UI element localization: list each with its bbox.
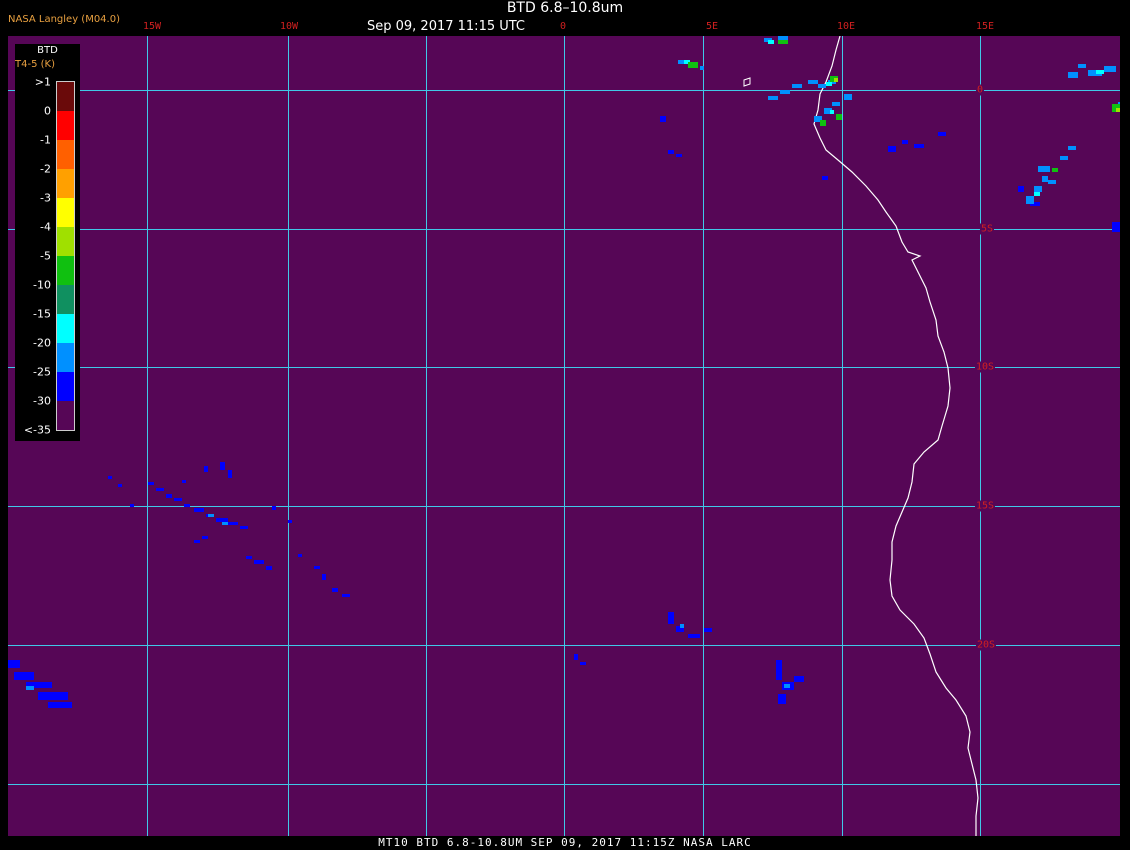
legend-swatch <box>57 82 74 111</box>
legend-swatch <box>57 285 74 314</box>
lon-label-5e: 5E <box>705 21 719 32</box>
legend-tick-label: -5 <box>40 249 51 263</box>
legend-units: T4-5 (K) <box>15 59 55 70</box>
map-canvas <box>8 36 1120 836</box>
legend-tick-label: 0 <box>44 104 51 118</box>
footer-caption: MT10 BTD 6.8-10.8UM SEP 09, 2017 11:15Z … <box>378 836 752 849</box>
legend-swatch <box>57 401 74 430</box>
color-legend: BTD T4-5 (K) >1 0 -1 -2 -3 -4 -5 -10 -15 -20 -25 -3… <box>15 44 80 441</box>
legend-swatch <box>57 256 74 285</box>
legend-tick-label: -15 <box>33 307 51 321</box>
legend-tick-label: >1 <box>34 75 51 89</box>
lon-label-15w: 15W <box>142 21 162 32</box>
legend-swatch <box>57 111 74 140</box>
lon-label-0: 0 <box>559 21 567 32</box>
legend-swatch <box>57 372 74 401</box>
island-outline <box>743 77 751 87</box>
legend-tick-label: -2 <box>40 162 51 176</box>
legend-swatch <box>57 343 74 372</box>
legend-color-bar <box>56 81 75 431</box>
legend-swatch <box>57 227 74 256</box>
lon-label-10e: 10E <box>836 21 856 32</box>
lat-label-20s: 20S <box>975 639 997 651</box>
lat-label-10s: 10S <box>974 361 996 373</box>
producer-label: NASA Langley (M04.0) <box>8 14 120 25</box>
legend-tick-label: -25 <box>33 365 51 379</box>
legend-swatch <box>57 140 74 169</box>
legend-tick-label: -3 <box>40 191 51 205</box>
lon-label-10w: 10W <box>279 21 299 32</box>
legend-tick-label: -1 <box>40 133 51 147</box>
legend-swatch <box>57 314 74 343</box>
legend-swatch <box>57 198 74 227</box>
legend-swatch <box>57 169 74 198</box>
map-title: BTD 6.8–10.8um <box>506 0 624 16</box>
legend-tick-label: -10 <box>33 278 51 292</box>
lat-label-15s: 15S <box>974 500 996 512</box>
lat-label-0: 0 <box>975 84 985 96</box>
legend-tick-label: -20 <box>33 336 51 350</box>
coastline <box>813 36 979 836</box>
legend-tick-label: <-35 <box>23 423 51 437</box>
legend-title: BTD <box>37 45 58 56</box>
map-timestamp: Sep 09, 2017 11:15 UTC <box>366 19 526 34</box>
grid-lines <box>8 36 1120 836</box>
legend-tick-label: -4 <box>40 220 51 234</box>
lon-label-15e: 15E <box>975 21 995 32</box>
satellite-map[interactable] <box>8 36 1120 836</box>
lat-label-5s: 5S <box>979 223 995 235</box>
legend-tick-label: -30 <box>33 394 51 408</box>
